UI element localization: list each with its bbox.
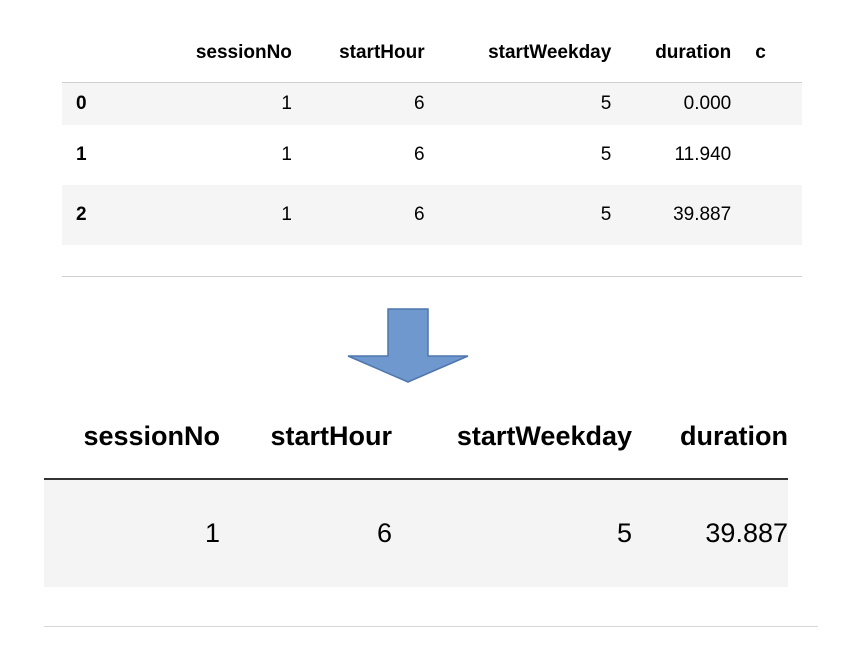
cell-startHour: 6 bbox=[376, 518, 392, 548]
index-header bbox=[62, 24, 113, 83]
cell-truncated bbox=[731, 185, 802, 245]
source-table: sessionNo startHour startWeekday duratio… bbox=[62, 24, 802, 245]
filtered-table: sessionNo startHour startWeekday duratio… bbox=[44, 394, 788, 587]
column-header-truncated: c bbox=[731, 24, 802, 83]
cell-startWeekday: 5 bbox=[600, 203, 612, 225]
table-row: 2 1 6 5 39.887 bbox=[62, 184, 802, 245]
column-header-startWeekday: startWeekday bbox=[424, 24, 612, 83]
table-row: 1 6 5 39.887 bbox=[44, 479, 788, 587]
filtered-dataframe: sessionNo startHour startWeekday duratio… bbox=[44, 394, 818, 627]
cell-truncated bbox=[731, 125, 802, 185]
cell-startWeekday: 5 bbox=[616, 518, 632, 548]
column-header-startHour: startHour bbox=[291, 24, 425, 83]
cell-sessionNo: 1 bbox=[281, 203, 292, 225]
table-row: 0 1 6 5 0.000 bbox=[62, 82, 802, 125]
cell-duration: 0.000 bbox=[683, 92, 732, 114]
cell-duration: 39.887 bbox=[673, 203, 732, 225]
cell-sessionNo: 1 bbox=[281, 143, 292, 165]
cell-duration: 11.940 bbox=[674, 143, 732, 165]
column-header-duration: duration bbox=[632, 394, 788, 480]
table-row: 1 1 6 5 11.940 bbox=[62, 124, 802, 185]
row-index: 2 bbox=[76, 203, 87, 225]
source-header-row: sessionNo startHour startWeekday duratio… bbox=[62, 24, 802, 83]
column-header-duration: duration bbox=[611, 24, 732, 83]
filtered-header-row: sessionNo startHour startWeekday duratio… bbox=[44, 394, 788, 480]
column-header-sessionNo: sessionNo bbox=[44, 394, 220, 480]
cell-sessionNo: 1 bbox=[204, 518, 220, 548]
cell-truncated bbox=[731, 83, 802, 125]
column-header-startHour: startHour bbox=[220, 394, 392, 480]
cell-startHour: 6 bbox=[414, 143, 425, 165]
row-index: 0 bbox=[76, 92, 87, 114]
source-dataframe: sessionNo startHour startWeekday duratio… bbox=[62, 24, 802, 277]
column-header-sessionNo: sessionNo bbox=[112, 24, 292, 83]
column-header-startWeekday: startWeekday bbox=[392, 394, 632, 480]
row-index: 1 bbox=[76, 143, 87, 165]
cell-startWeekday: 5 bbox=[600, 92, 612, 114]
cell-startWeekday: 5 bbox=[600, 143, 612, 165]
cell-startHour: 6 bbox=[414, 203, 425, 225]
down-arrow-icon bbox=[346, 308, 470, 384]
cell-startHour: 6 bbox=[414, 92, 425, 114]
cell-duration: 39.887 bbox=[705, 518, 788, 548]
cell-sessionNo: 1 bbox=[281, 92, 292, 114]
